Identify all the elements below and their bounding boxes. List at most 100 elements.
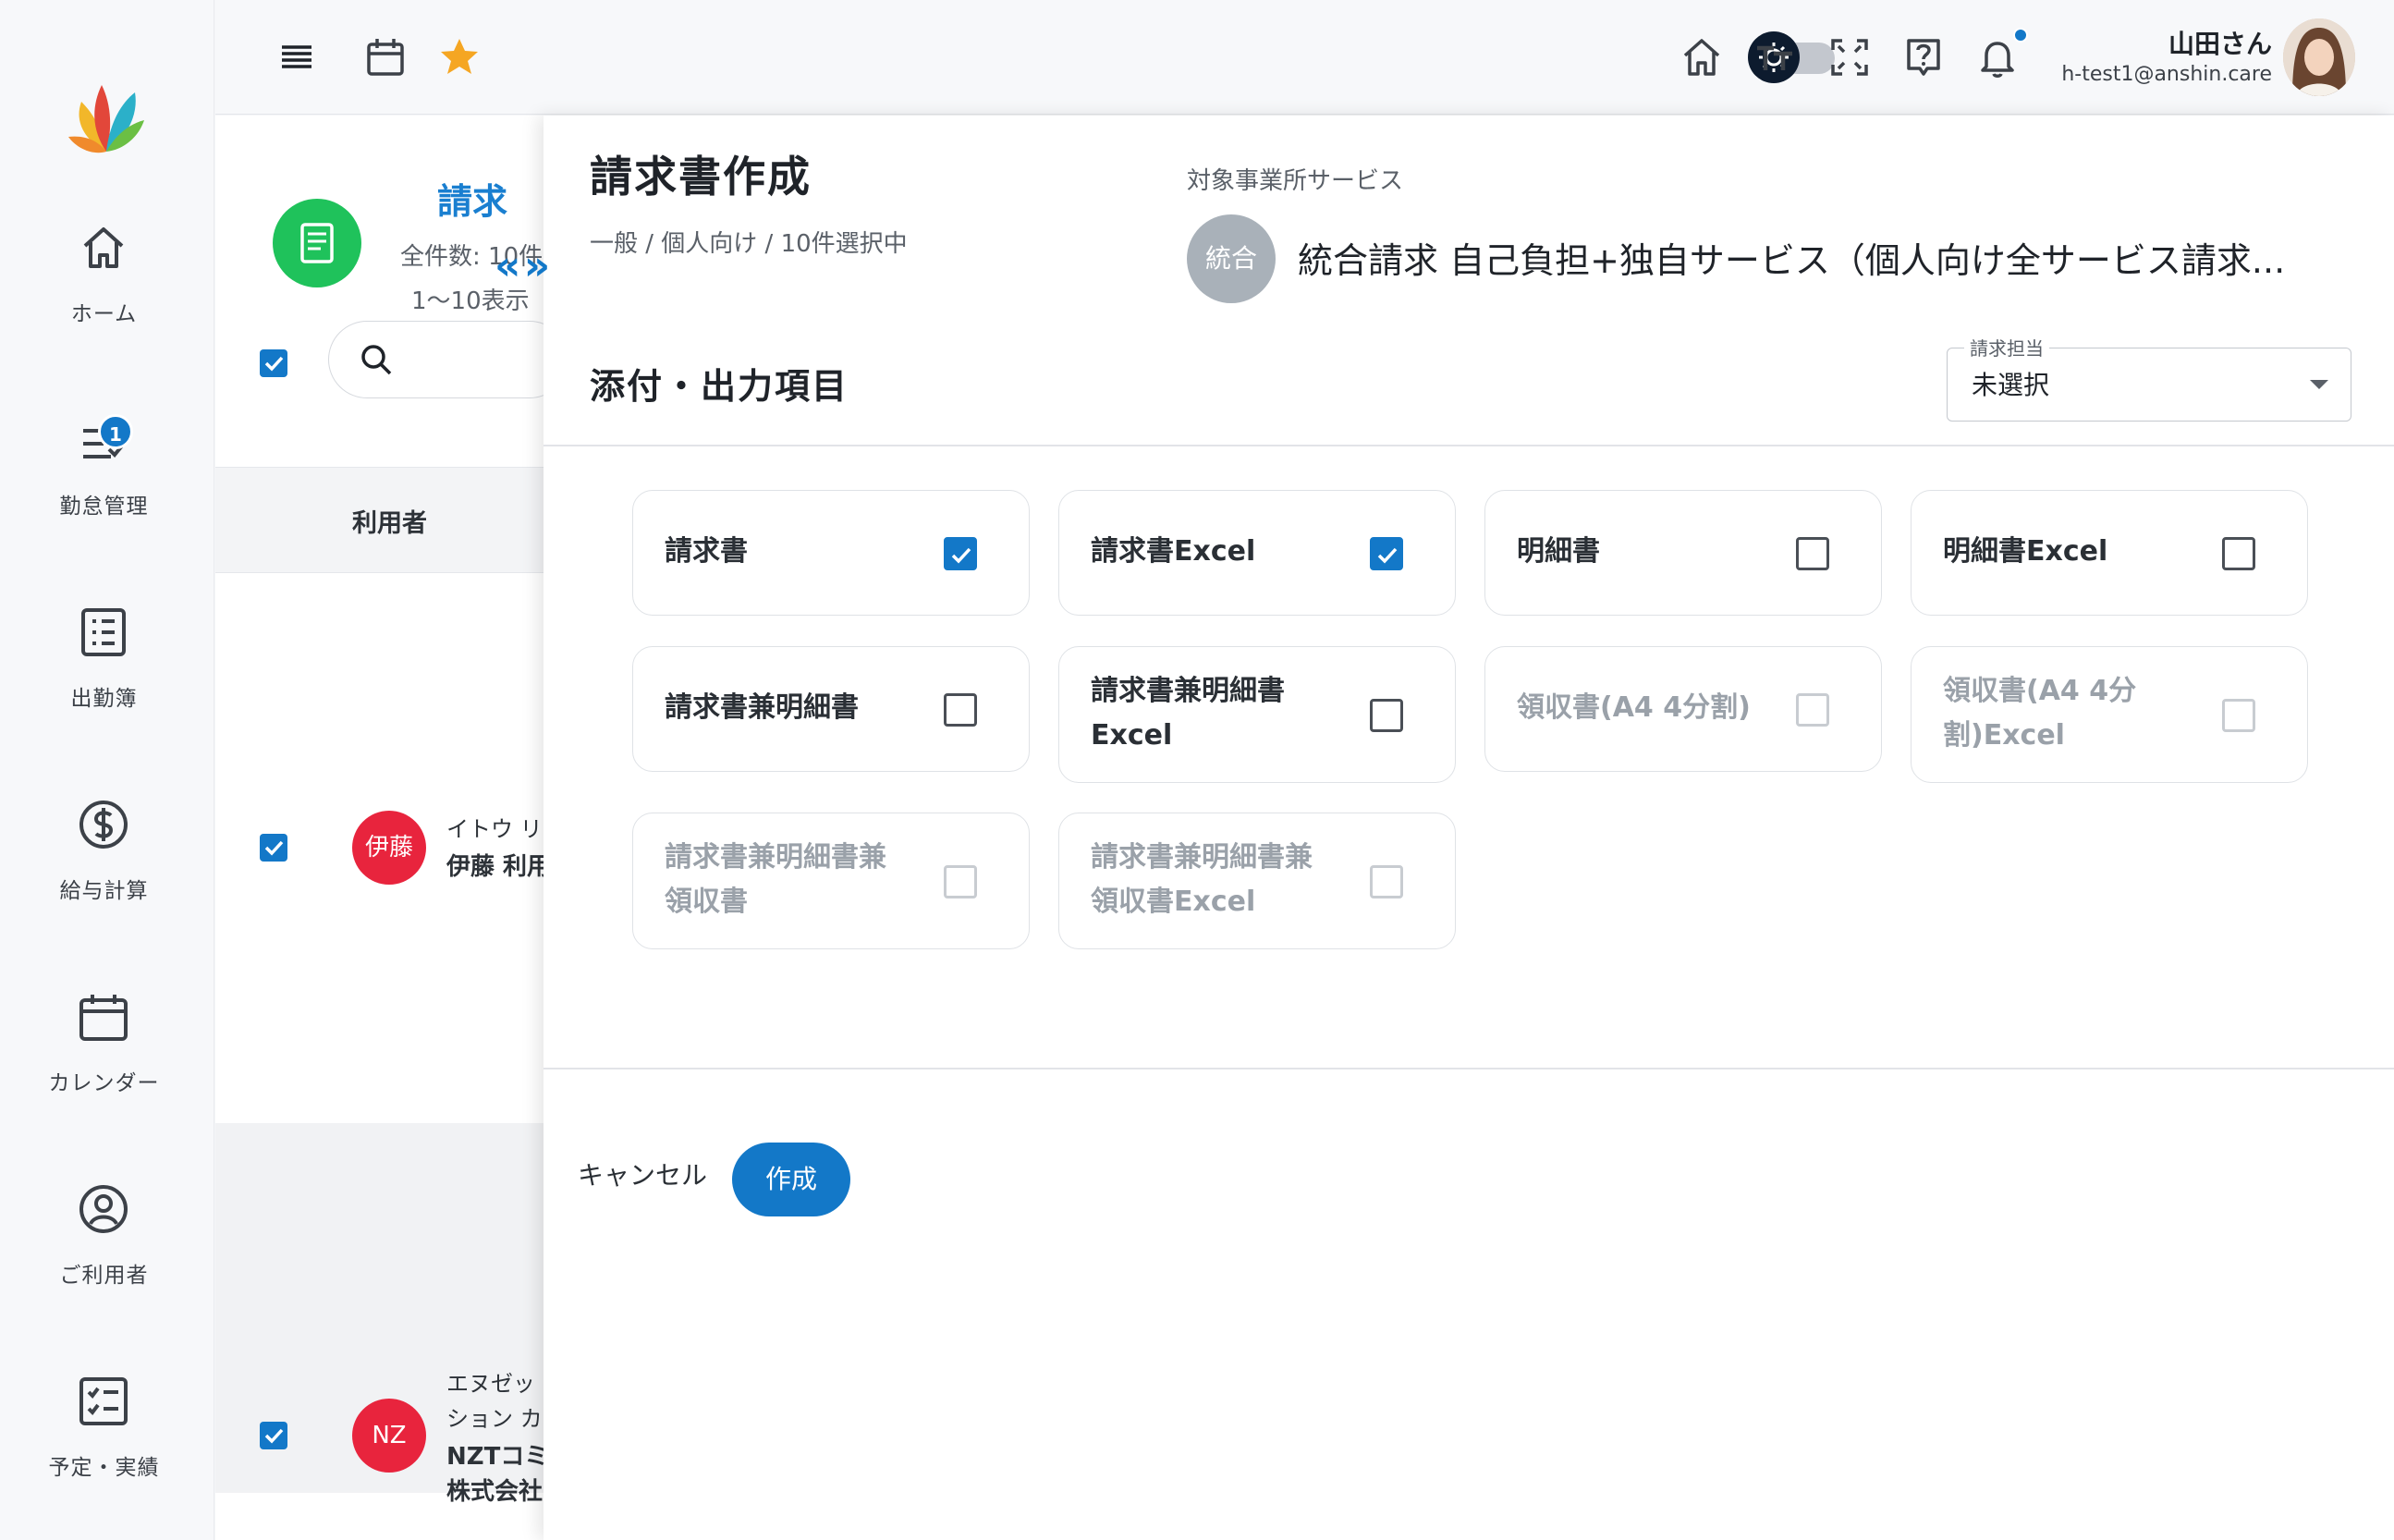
- invoice-icon: [273, 199, 361, 287]
- user-avatar[interactable]: [2283, 18, 2355, 96]
- menu-icon[interactable]: [275, 35, 319, 79]
- user-name-cell[interactable]: 伊藤 利用: [446, 848, 551, 882]
- chevron-down-icon: [2310, 380, 2328, 389]
- star-icon[interactable]: [437, 35, 482, 79]
- option-label: 請求書兼明細書: [1091, 675, 1285, 707]
- service-label: 対象事業所サービス: [1187, 167, 1404, 195]
- sidebar-item-label: 勤怠管理: [59, 495, 149, 519]
- option-label: 請求書兼明細書: [665, 691, 859, 724]
- assignee-value: 未選択: [1972, 370, 2050, 400]
- search-input[interactable]: [328, 321, 568, 398]
- divider: [544, 445, 2394, 446]
- option-invoice-statement-excel[interactable]: 請求書兼明細書 Excel: [1058, 646, 1456, 783]
- billing-list-page: 請求 全件数: 10件 1〜10表示 利用者 伊藤 イトウ リ 伊藤 利用 NZ…: [215, 116, 568, 1540]
- option-invoice-statement-receipt: 請求書兼明細書兼 領収書: [632, 813, 1030, 949]
- option-label: 領収書Excel: [1091, 886, 1256, 918]
- sidebar-item-label: 給与計算: [59, 879, 149, 903]
- user-name[interactable]: 山田さん: [2168, 24, 2272, 61]
- checklist-icon: [76, 1374, 131, 1429]
- select-all-checkbox[interactable]: [260, 349, 287, 377]
- home-icon[interactable]: [1679, 35, 1724, 79]
- option-checkbox[interactable]: [2222, 537, 2255, 570]
- font-size-icon[interactable]: [1753, 35, 1798, 79]
- table-header: 利用者: [215, 467, 548, 573]
- service-name: 統合請求 自己負担+独自サービス（個人向け全サービス請求...: [1298, 240, 2286, 281]
- sidebar-item-home[interactable]: ホーム: [0, 220, 208, 349]
- option-label: 領収書(A4 4分割): [1517, 691, 1751, 724]
- assignee-legend: 請求担当: [1964, 334, 2049, 361]
- sidebar-item-users[interactable]: ご利用者: [0, 1181, 208, 1311]
- option-checkbox: [2222, 699, 2255, 732]
- calendar-icon: [76, 989, 131, 1045]
- user-email: h-test1@anshin.care: [2061, 63, 2272, 86]
- user-icon: [76, 1181, 131, 1237]
- list-icon: [76, 605, 131, 660]
- sidebar-item-calendar[interactable]: カレンダー: [0, 989, 208, 1118]
- option-invoice-statement-receipt-excel: 請求書兼明細書兼 領収書Excel: [1058, 813, 1456, 949]
- option-label: Excel: [1091, 719, 1173, 752]
- option-checkbox: [1796, 693, 1829, 727]
- option-receipt-a4-excel: 領収書(A4 4分 割)Excel: [1911, 646, 2308, 783]
- top-bar: [215, 0, 2394, 115]
- option-checkbox[interactable]: [944, 693, 977, 727]
- option-label: 請求書兼明細書兼: [1091, 841, 1313, 874]
- avatar: 伊藤: [352, 811, 426, 885]
- divider: [544, 1068, 2394, 1069]
- sidebar-item-payroll[interactable]: 給与計算: [0, 797, 208, 926]
- option-receipt-a4: 領収書(A4 4分割): [1484, 646, 1882, 772]
- option-statement-excel[interactable]: 明細書Excel: [1911, 490, 2308, 616]
- sidebar-item-label: 出勤簿: [70, 687, 138, 711]
- option-checkbox[interactable]: [1370, 537, 1403, 570]
- assignee-select[interactable]: 請求担当 未選択: [1947, 334, 2351, 422]
- option-label: 請求書: [665, 535, 748, 568]
- bell-icon[interactable]: [1975, 35, 2020, 79]
- option-label: 請求書兼明細書兼: [665, 841, 886, 874]
- user-name-cell[interactable]: NZTコミ: [446, 1437, 548, 1472]
- dollar-icon: [76, 797, 131, 852]
- option-invoice-statement[interactable]: 請求書兼明細書: [632, 646, 1030, 772]
- user-kana: エヌゼッ: [446, 1371, 535, 1397]
- user-name-cell[interactable]: 株式会社: [446, 1473, 543, 1507]
- page-title: 請求: [437, 181, 508, 222]
- option-statement[interactable]: 明細書: [1484, 490, 1882, 616]
- column-header-user: 利用者: [352, 509, 427, 538]
- sidebar: ホーム 勤怠管理 1 出勤簿 給与計算 カレンダー ご利用者 予定・実績: [0, 0, 214, 1540]
- sidebar-item-label: カレンダー: [48, 1071, 160, 1095]
- panel-title: 請求書作成: [590, 152, 812, 202]
- sidebar-item-label: ご利用者: [59, 1264, 149, 1288]
- option-label: 明細書Excel: [1943, 535, 2108, 568]
- sidebar-item-label: 予定・実績: [48, 1456, 160, 1480]
- option-checkbox: [1370, 865, 1403, 898]
- option-label: 請求書Excel: [1091, 535, 1256, 568]
- option-invoice[interactable]: 請求書: [632, 490, 1030, 616]
- help-icon[interactable]: [1901, 35, 1946, 79]
- row-checkbox[interactable]: [260, 1422, 287, 1449]
- create-button[interactable]: 作成: [732, 1143, 850, 1216]
- option-checkbox[interactable]: [1370, 699, 1403, 732]
- option-label: 割)Excel: [1943, 719, 2065, 752]
- sidebar-item-label: ホーム: [70, 302, 138, 326]
- attendance-badge: 1: [98, 414, 133, 449]
- collapse-toggle-icon[interactable]: « »: [495, 242, 550, 289]
- sidebar-item-schedule[interactable]: 予定・実績: [0, 1374, 208, 1503]
- option-invoice-excel[interactable]: 請求書Excel: [1058, 490, 1456, 616]
- sidebar-item-timesheet[interactable]: 出勤簿: [0, 605, 208, 734]
- user-kana: イトウ リ: [446, 816, 543, 842]
- home-icon: [76, 220, 131, 275]
- option-checkbox: [944, 865, 977, 898]
- row-checkbox[interactable]: [260, 834, 287, 862]
- option-label: 領収書(A4 4分: [1943, 675, 2137, 707]
- option-checkbox[interactable]: [1796, 537, 1829, 570]
- calendar-icon[interactable]: [363, 35, 408, 79]
- avatar: NZ: [352, 1399, 426, 1473]
- fullscreen-icon[interactable]: [1827, 35, 1872, 79]
- search-icon: [359, 342, 396, 383]
- notification-dot: [2013, 28, 2028, 43]
- user-kana: ション カ: [446, 1406, 543, 1432]
- app-logo[interactable]: [65, 67, 148, 159]
- cancel-button[interactable]: キャンセル: [573, 1148, 712, 1204]
- option-label: 領収書: [665, 886, 748, 918]
- option-label: 明細書: [1517, 535, 1600, 568]
- panel-subtitle: 一般 / 個人向け / 10件選択中: [590, 230, 908, 258]
- option-checkbox[interactable]: [944, 537, 977, 570]
